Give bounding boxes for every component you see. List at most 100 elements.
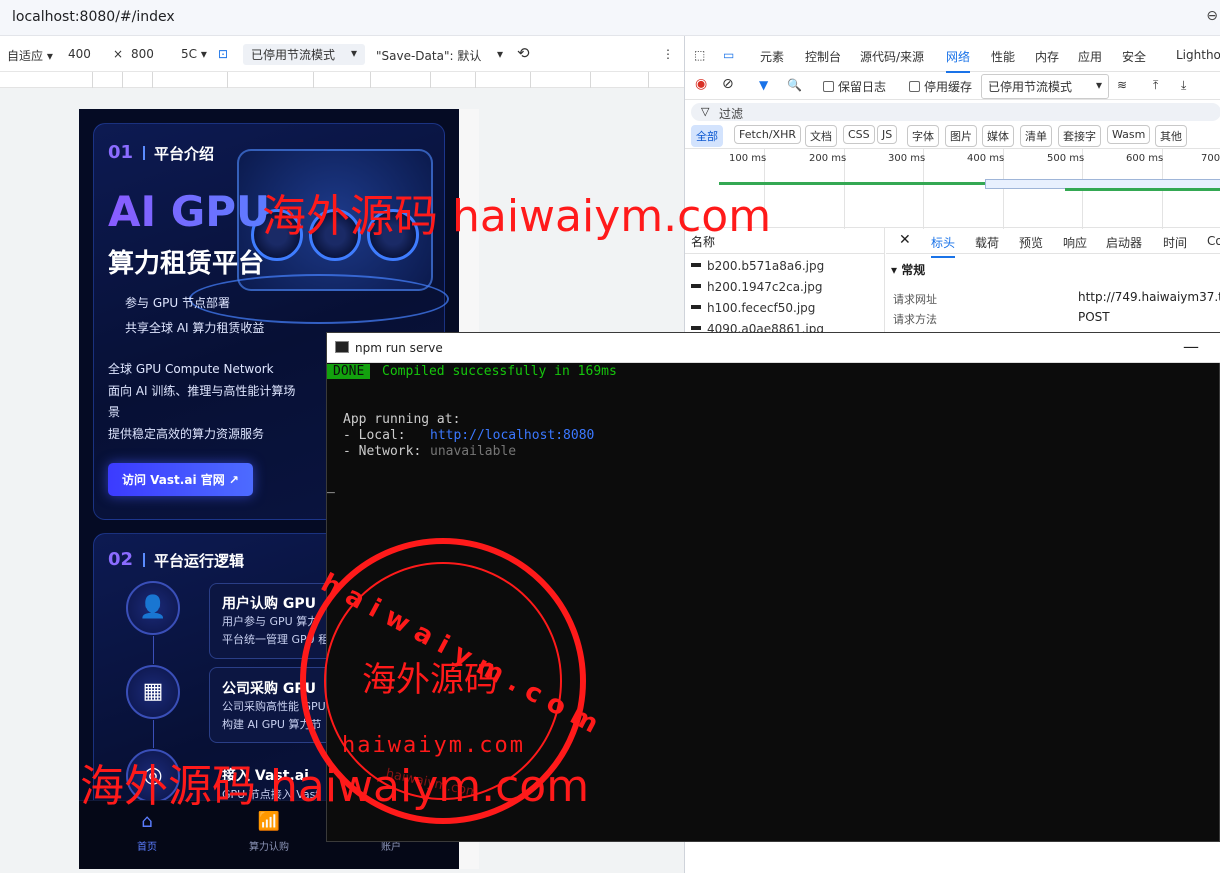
request-row[interactable]: h200.1947c2ca.jpg <box>691 280 822 294</box>
detail-tab-headers[interactable]: 标头 <box>931 234 956 258</box>
type-image[interactable]: 图片 <box>945 125 977 147</box>
detail-tab-preview[interactable]: 预览 <box>1019 234 1043 251</box>
intro-line: 景 <box>108 405 121 419</box>
tab-performance[interactable]: 性能 <box>991 48 1015 65</box>
intro-line: 提供稳定高效的算力资源服务 <box>108 427 265 441</box>
inspect-icon[interactable]: ⬚ <box>694 48 705 62</box>
intro-line: 全球 GPU Compute Network <box>108 362 274 376</box>
request-method-label: 请求方法 <box>893 313 937 326</box>
bullet-text: 参与 GPU 节点部署 <box>125 296 230 310</box>
wifi-settings-icon[interactable]: ≋ <box>1117 78 1127 92</box>
search-icon[interactable]: 🔍 <box>787 78 802 92</box>
tab-compute-subscribe[interactable]: 📶 算力认购 <box>229 811 309 853</box>
tab-home[interactable]: ⌂ 首页 <box>107 811 187 853</box>
timeline-tick: 300 ms <box>888 153 926 164</box>
height-input[interactable]: 800 <box>131 47 154 61</box>
dpr-icon[interactable]: ⊡ <box>218 47 228 61</box>
filter-bar[interactable]: ▽ 过滤 <box>685 100 1220 124</box>
close-icon[interactable]: ✕ <box>899 232 911 248</box>
type-css[interactable]: CSS <box>843 125 875 144</box>
dimension-separator: × <box>113 47 124 61</box>
request-row[interactable]: h100.fececf50.jpg <box>691 301 815 315</box>
preserve-log-checkbox[interactable]: 保留日志 <box>823 78 886 95</box>
request-url-label: 请求网址 <box>893 293 937 306</box>
local-url[interactable]: http://localhost:8080 <box>430 428 594 443</box>
filter-icon: ▽ <box>701 105 710 118</box>
tab-application[interactable]: 应用 <box>1078 48 1102 65</box>
detail-tab-initiator[interactable]: 启动器 <box>1106 234 1142 251</box>
address-bar[interactable]: localhost:8080/#/index ⊖ <box>0 0 1220 36</box>
tab-network[interactable]: 网络 <box>946 48 971 73</box>
detail-tab-cookies[interactable]: Co <box>1207 234 1220 248</box>
device-select[interactable]: 自适应 ▾ <box>7 47 53 64</box>
hero-subtitle: 算力租赁平台 <box>108 249 265 279</box>
running-message: App running at: <box>343 412 461 427</box>
url-text[interactable]: localhost:8080/#/index <box>12 9 175 25</box>
request-method-value: POST <box>1078 310 1110 324</box>
type-font[interactable]: 字体 <box>907 125 939 147</box>
step-connector <box>153 636 154 664</box>
network-throttle-select[interactable]: 已停用节流模式 ▾ <box>981 74 1109 99</box>
step-desc: 用户参与 GPU 算力 <box>222 615 319 628</box>
type-other[interactable]: 其他 <box>1155 125 1187 147</box>
zoom-select[interactable]: 5C ▾ <box>181 47 207 61</box>
type-js[interactable]: JS <box>877 125 898 144</box>
clear-icon[interactable]: ⊘ <box>722 76 734 92</box>
tab-security[interactable]: 安全 <box>1122 48 1146 65</box>
type-fetch-xhr[interactable]: Fetch/XHR <box>734 125 801 144</box>
more-options-icon[interactable]: ⋮ <box>662 47 674 61</box>
timeline-bar <box>1065 188 1220 191</box>
timeline-tick: 500 ms <box>1047 153 1085 164</box>
section-title: 平台介绍 <box>154 145 215 163</box>
detail-tab-response[interactable]: 响应 <box>1063 234 1087 251</box>
request-row[interactable]: b200.b571a8a6.jpg <box>691 259 824 273</box>
import-har-icon[interactable]: ⤒ <box>1153 78 1158 93</box>
detail-tab-timing[interactable]: 时间 <box>1163 234 1187 251</box>
user-icon: 👤 <box>126 581 180 635</box>
record-icon[interactable]: ◉ <box>695 76 707 92</box>
network-toolbar: ◉ ⊘ ▼ 🔍 保留日志 停用缓存 已停用节流模式 ▾ ≋ ⤒ ⤓ <box>685 72 1220 100</box>
save-data-select[interactable]: "Save-Data": 默认 <box>376 47 481 64</box>
disable-cache-checkbox[interactable]: 停用缓存 <box>909 78 972 95</box>
filter-input[interactable] <box>691 103 1220 121</box>
section-title: 平台运行逻辑 <box>154 552 245 570</box>
type-wasm[interactable]: Wasm <box>1107 125 1151 144</box>
throttle-select[interactable]: 已停用节流模式 ▾ <box>243 44 365 65</box>
visit-vastai-button[interactable]: 访问 Vast.ai 官网 ↗ <box>108 463 253 496</box>
tab-elements[interactable]: 元素 <box>760 48 784 65</box>
section-number: 01 <box>108 142 134 163</box>
resource-type-filters: 全部 Fetch/XHR 文档 CSS JS 字体 图片 媒体 清单 套接字 W… <box>685 124 1220 148</box>
minimize-icon[interactable]: — <box>1183 337 1199 356</box>
stamp-center-text: 海外源码 <box>362 660 498 700</box>
compiled-message: Compiled successfully in 169ms <box>382 364 617 379</box>
terminal-titlebar[interactable]: npm run serve — <box>327 333 1220 363</box>
general-section-toggle[interactable]: ▾ 常规 <box>891 261 925 278</box>
device-mode-icon[interactable]: ▭ <box>723 48 734 62</box>
network-label: - Network: <box>343 444 430 459</box>
tab-lighthouse[interactable]: Lightho <box>1176 48 1220 62</box>
intro-line: 面向 AI 训练、推理与高性能计算场 <box>108 384 296 398</box>
tab-memory[interactable]: 内存 <box>1035 48 1059 65</box>
bullet-text: 共享全球 AI 算力租赁收益 <box>125 321 265 335</box>
tab-console[interactable]: 控制台 <box>805 48 841 65</box>
device-toolbar: 自适应 ▾ 400 × 800 5C ▾ ⊡ 已停用节流模式 ▾ "Save-D… <box>0 36 684 72</box>
terminal-cursor: _ <box>327 479 335 494</box>
tab-sources[interactable]: 源代码/来源 <box>860 48 924 65</box>
devtools-tabbar: ⬚ ▭ 元素 控制台 源代码/来源 网络 性能 内存 应用 安全 Lightho <box>685 36 1220 73</box>
detail-tab-payload[interactable]: 载荷 <box>975 234 999 251</box>
filter-icon[interactable]: ▼ <box>759 78 768 92</box>
type-document[interactable]: 文档 <box>805 125 837 147</box>
type-manifest[interactable]: 清单 <box>1020 125 1052 147</box>
type-all[interactable]: 全部 <box>691 125 723 147</box>
watermark-bottom: 海外源码 haiwaiym.com <box>80 761 590 812</box>
type-media[interactable]: 媒体 <box>982 125 1014 147</box>
width-input[interactable]: 400 <box>68 47 91 61</box>
export-har-icon[interactable]: ⤓ <box>1181 78 1186 93</box>
save-data-dropdown-icon[interactable]: ▾ <box>497 47 503 61</box>
type-socket[interactable]: 套接字 <box>1058 125 1101 147</box>
section-divider <box>143 146 145 160</box>
network-value: unavailable <box>430 444 517 459</box>
browser-menu-icon[interactable]: ⊖ <box>1206 8 1218 24</box>
rotate-icon[interactable]: ⟲ <box>517 44 530 62</box>
home-icon: ⌂ <box>141 811 153 832</box>
